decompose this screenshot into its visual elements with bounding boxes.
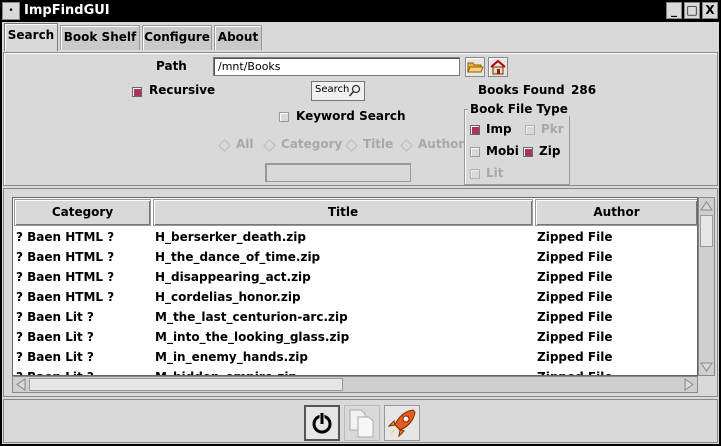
search-button[interactable]: Search bbox=[311, 81, 365, 101]
browse-folder-button[interactable] bbox=[465, 57, 485, 77]
pkr-checkbox[interactable] bbox=[525, 125, 535, 135]
search-button-label: Search bbox=[315, 84, 350, 95]
window-menu-button[interactable]: • bbox=[2, 2, 20, 20]
power-icon bbox=[309, 410, 335, 436]
window-title: ImpFindGUI bbox=[24, 3, 110, 18]
books-found-label: Books Found bbox=[478, 83, 565, 97]
cell-author: Zipped File bbox=[537, 230, 613, 244]
cell-title: H_disappearing_act.zip bbox=[155, 270, 311, 284]
cell-title: M_the_last_centurion-arc.zip bbox=[155, 310, 348, 324]
scope-category-label: Category bbox=[281, 137, 343, 151]
table-row[interactable]: ? Baen Lit ? M_hidden_empire.zip Zipped … bbox=[13, 367, 697, 375]
title-bar: • ImpFindGUI _ □ X bbox=[0, 0, 721, 22]
scroll-up-arrow-icon[interactable] bbox=[699, 199, 714, 213]
column-header-title[interactable]: Title bbox=[153, 199, 533, 226]
close-button[interactable]: X bbox=[702, 2, 718, 19]
books-found-count: 286 bbox=[571, 83, 597, 97]
cell-category: ? Baen HTML ? bbox=[16, 250, 115, 264]
table-row[interactable]: ? Baen HTML ? H_the_dance_of_time.zip Zi… bbox=[13, 247, 697, 267]
table-row[interactable]: ? Baen HTML ? H_cordelias_honor.zip Zipp… bbox=[13, 287, 697, 307]
scroll-down-arrow-icon[interactable] bbox=[699, 360, 714, 374]
quit-button[interactable] bbox=[304, 405, 340, 441]
results-table[interactable]: Category Title Author ? Baen HTML ? H_be… bbox=[12, 197, 698, 376]
cell-category: ? Baen HTML ? bbox=[16, 290, 115, 304]
cell-author: Zipped File bbox=[537, 250, 613, 264]
folder-open-icon bbox=[467, 62, 484, 73]
copy-button[interactable] bbox=[344, 405, 380, 441]
table-row[interactable]: ? Baen Lit ? M_into_the_looking_glass.zi… bbox=[13, 327, 697, 347]
cell-category: ? Baen Lit ? bbox=[16, 330, 94, 344]
cell-title: H_cordelias_honor.zip bbox=[155, 290, 301, 304]
launch-button[interactable] bbox=[384, 405, 420, 441]
table-row[interactable]: ? Baen HTML ? H_disappearing_act.zip Zip… bbox=[13, 267, 697, 287]
cell-author: Zipped File bbox=[537, 367, 697, 375]
scope-author-label: Author bbox=[418, 137, 465, 151]
cell-category: ? Baen Lit ? bbox=[16, 350, 94, 364]
cell-category: ? Baen Lit ? bbox=[16, 367, 151, 375]
recursive-label: Recursive bbox=[149, 83, 216, 97]
cell-title: M_hidden_empire.zip bbox=[155, 367, 531, 375]
cell-category: ? Baen Lit ? bbox=[16, 310, 94, 324]
minimize-button[interactable]: _ bbox=[666, 2, 682, 19]
cell-author: Zipped File bbox=[537, 290, 613, 304]
vertical-scroll-thumb[interactable] bbox=[700, 215, 713, 247]
home-folder-button[interactable] bbox=[488, 57, 508, 77]
pkr-label: Pkr bbox=[541, 122, 564, 136]
scope-all-label: All bbox=[236, 137, 254, 151]
table-row[interactable]: ? Baen HTML ? H_berserker_death.zip Zipp… bbox=[13, 227, 697, 247]
lit-checkbox[interactable] bbox=[470, 169, 480, 179]
maximize-button[interactable]: □ bbox=[684, 2, 700, 19]
cell-title: H_berserker_death.zip bbox=[155, 230, 306, 244]
cell-author: Zipped File bbox=[537, 270, 613, 284]
scope-title-label: Title bbox=[363, 137, 394, 151]
path-input[interactable]: /mnt/Books bbox=[213, 57, 460, 76]
imp-checkbox[interactable] bbox=[470, 125, 480, 135]
tab-search[interactable]: Search bbox=[4, 23, 58, 51]
mobi-checkbox[interactable] bbox=[470, 147, 480, 157]
file-type-title: Book File Type bbox=[468, 102, 570, 116]
cell-title: H_the_dance_of_time.zip bbox=[155, 250, 321, 264]
cell-category: ? Baen HTML ? bbox=[16, 270, 115, 284]
bottom-toolbar bbox=[3, 399, 718, 443]
app-window: Search Book Shelf Configure About Path /… bbox=[2, 22, 719, 444]
table-row[interactable]: ? Baen Lit ? M_in_enemy_hands.zip Zipped… bbox=[13, 347, 697, 367]
results-area: Category Title Author ? Baen HTML ? H_be… bbox=[3, 188, 718, 397]
cell-category: ? Baen HTML ? bbox=[16, 230, 115, 244]
cell-author: Zipped File bbox=[537, 330, 613, 344]
cell-title: M_in_enemy_hands.zip bbox=[155, 350, 308, 364]
path-label: Path bbox=[156, 59, 187, 73]
table-row[interactable]: ? Baen Lit ? M_the_last_centurion-arc.zi… bbox=[13, 307, 697, 327]
lit-label: Lit bbox=[486, 166, 504, 180]
horizontal-scrollbar[interactable] bbox=[12, 376, 698, 393]
rocket-icon bbox=[387, 409, 416, 438]
tab-bar: Search Book Shelf Configure About bbox=[2, 22, 719, 51]
tab-book-shelf[interactable]: Book Shelf bbox=[60, 25, 140, 50]
mobi-label: Mobi bbox=[486, 144, 519, 158]
keyword-input[interactable] bbox=[265, 163, 411, 182]
imp-label: Imp bbox=[486, 122, 512, 136]
scroll-right-arrow-icon[interactable] bbox=[682, 377, 696, 392]
tab-configure[interactable]: Configure bbox=[142, 25, 212, 50]
vertical-scrollbar[interactable] bbox=[698, 197, 715, 376]
keyword-search-checkbox[interactable] bbox=[279, 112, 289, 122]
cell-title: M_into_the_looking_glass.zip bbox=[155, 330, 350, 344]
home-icon bbox=[490, 59, 506, 75]
copy-icon bbox=[349, 409, 374, 438]
keyword-search-label: Keyword Search bbox=[296, 109, 406, 123]
column-header-author[interactable]: Author bbox=[535, 199, 697, 226]
zip-label: Zip bbox=[539, 144, 561, 158]
cell-author: Zipped File bbox=[537, 350, 613, 364]
scroll-left-arrow-icon[interactable] bbox=[14, 377, 28, 392]
magnifier-icon bbox=[348, 84, 361, 97]
recursive-checkbox[interactable] bbox=[132, 87, 142, 97]
column-header-category[interactable]: Category bbox=[14, 199, 151, 226]
tab-about[interactable]: About bbox=[214, 25, 262, 50]
zip-checkbox[interactable] bbox=[523, 147, 533, 157]
horizontal-scroll-thumb[interactable] bbox=[29, 378, 343, 391]
cell-author: Zipped File bbox=[537, 310, 613, 324]
